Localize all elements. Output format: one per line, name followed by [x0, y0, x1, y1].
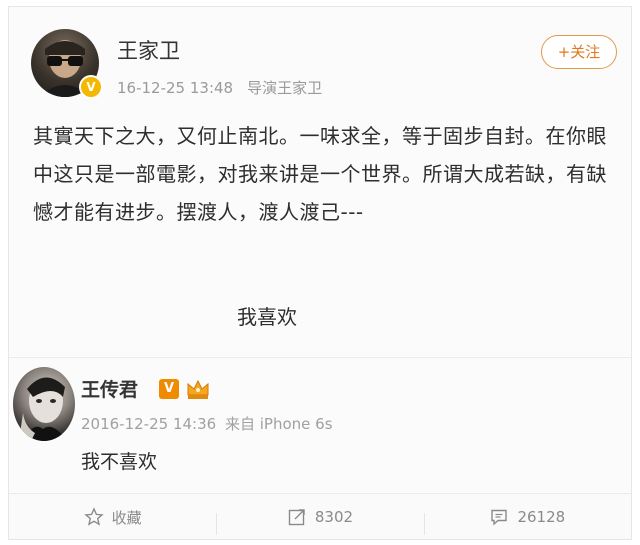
weibo-card: V 王家卫 16-12-25 13:48 导演王家卫 +关注 其實天下之大，又何止… [8, 6, 632, 540]
favorite-label: 收藏 [111, 508, 142, 527]
comment-username[interactable]: 王传君 [81, 375, 138, 402]
favorite-button[interactable]: 收藏 [9, 507, 216, 528]
comment-avatar[interactable] [13, 367, 75, 441]
post-source: 导演王家卫 [247, 79, 323, 97]
action-bar: 收藏 8302 26128 [9, 493, 631, 539]
repost-count: 8302 [314, 508, 354, 526]
portrait-icon [19, 377, 67, 441]
post-text: 其實天下之大，又何止南北。一味求全，等于固步自封。在你眼中这只是一部電影，对我来… [33, 124, 607, 224]
comment-text: 我不喜欢 [81, 451, 158, 473]
star-icon [83, 507, 104, 526]
vip-badge-icon: V [159, 379, 179, 399]
verified-badge-icon: V [79, 75, 103, 99]
comment-icon [491, 509, 508, 526]
comment-timestamp: 2016-12-25 14:36 [81, 415, 217, 433]
comment-meta: 2016-12-25 14:36 来自 iPhone 6s [81, 413, 333, 434]
post-timestamp: 16-12-25 13:48 [117, 79, 234, 97]
comment-source: iPhone 6s [259, 415, 333, 433]
repost-button[interactable]: 8302 [216, 507, 423, 535]
crown-level-icon [187, 379, 209, 399]
post-username[interactable]: 王家卫 [117, 35, 180, 65]
comment-button[interactable]: 26128 [423, 507, 631, 535]
repost-icon [288, 509, 305, 526]
comment-source-prefix: 来自 [224, 415, 255, 433]
comment-count: 26128 [517, 508, 566, 526]
post-text-tail: 我喜欢 [237, 305, 297, 329]
follow-button[interactable]: +关注 [541, 35, 617, 69]
divider [9, 357, 631, 358]
post-meta: 16-12-25 13:48 导演王家卫 [117, 77, 322, 98]
